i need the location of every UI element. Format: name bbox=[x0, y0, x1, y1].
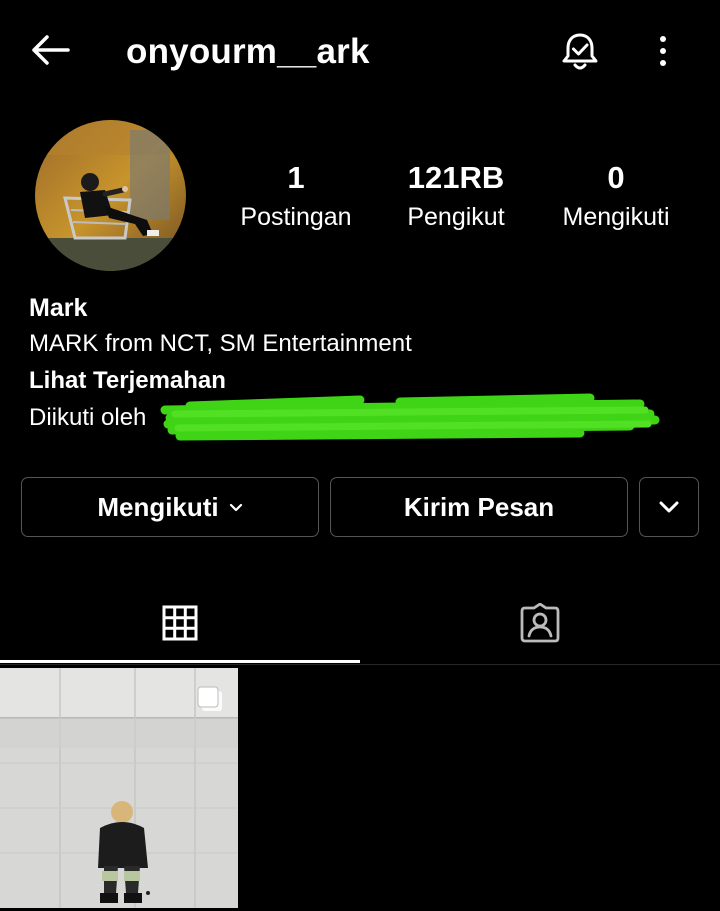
followers-label: Pengikut bbox=[407, 203, 505, 231]
posts-label: Postingan bbox=[240, 203, 352, 231]
active-tab-indicator bbox=[0, 660, 360, 663]
stat-followers[interactable]: 121RB Pengikut bbox=[390, 160, 522, 234]
followers-count: 121RB bbox=[407, 160, 505, 195]
profile-username: onyourm__ark bbox=[126, 32, 370, 71]
posts-count: 1 bbox=[287, 160, 305, 195]
profile-avatar[interactable] bbox=[35, 120, 186, 271]
profile-name: Mark bbox=[29, 294, 88, 322]
arrow-left-icon bbox=[32, 35, 70, 65]
following-label: Mengikuti bbox=[562, 203, 670, 231]
post-thumbnail[interactable] bbox=[0, 668, 238, 908]
following-count: 0 bbox=[607, 160, 625, 195]
tab-tagged[interactable] bbox=[360, 582, 720, 664]
grid-icon bbox=[162, 605, 198, 641]
stat-following[interactable]: 0 Mengikuti bbox=[550, 160, 682, 234]
top-bar: onyourm__ark bbox=[0, 0, 720, 104]
tagged-person-icon bbox=[520, 603, 560, 643]
more-vertical-icon bbox=[660, 36, 666, 66]
bio-description: MARK from NCT, SM Entertainment bbox=[29, 330, 412, 357]
following-button[interactable]: Mengikuti bbox=[21, 477, 319, 537]
notifications-button[interactable] bbox=[558, 28, 602, 74]
redaction-scribble bbox=[160, 393, 660, 441]
chevron-down-icon bbox=[659, 501, 679, 513]
back-button[interactable] bbox=[28, 30, 72, 70]
avatar-image bbox=[35, 120, 186, 271]
send-message-button[interactable]: Kirim Pesan bbox=[330, 477, 628, 537]
bell-check-icon bbox=[562, 33, 598, 70]
tab-posts-grid[interactable] bbox=[0, 582, 360, 664]
following-button-label: Mengikuti bbox=[97, 491, 219, 522]
multiple-photos-icon bbox=[197, 686, 222, 711]
chevron-down-small-icon bbox=[229, 503, 242, 512]
suggested-accounts-button[interactable] bbox=[639, 477, 699, 537]
profile-tabs bbox=[0, 582, 720, 665]
stat-posts[interactable]: 1 Postingan bbox=[230, 160, 362, 234]
send-message-label: Kirim Pesan bbox=[403, 491, 555, 522]
more-options-button[interactable] bbox=[648, 30, 678, 72]
